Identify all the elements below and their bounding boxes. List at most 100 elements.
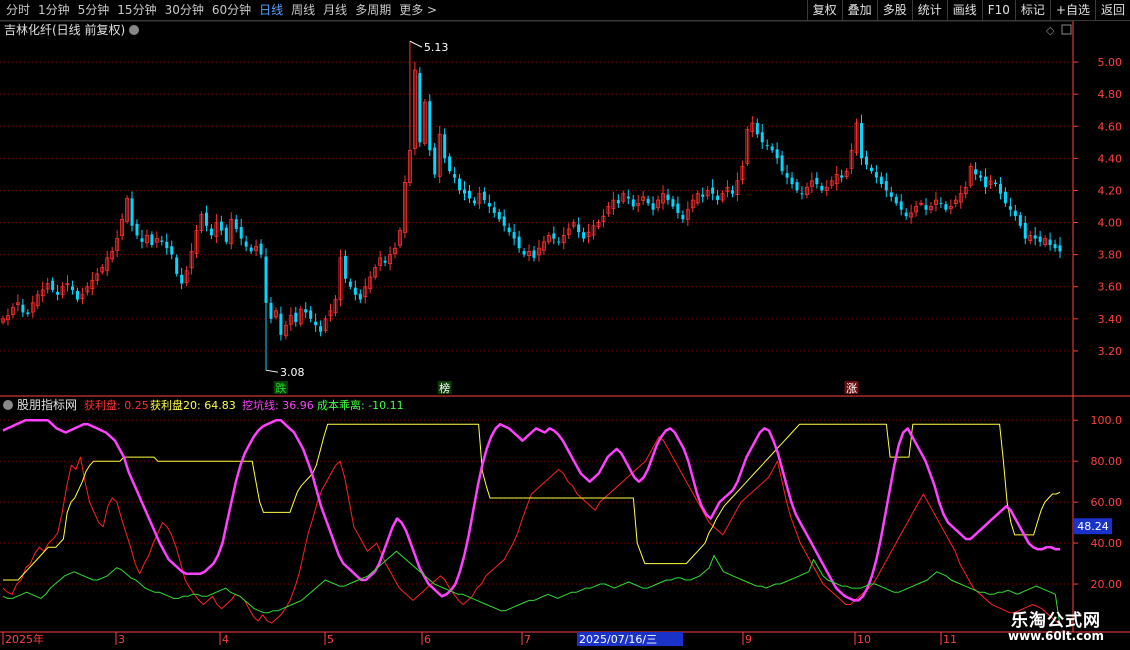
candle-body	[1003, 191, 1007, 204]
x-tick-label: 10	[857, 633, 871, 646]
candle-body	[165, 241, 169, 249]
candle-body	[676, 203, 680, 213]
candle-body	[418, 72, 422, 143]
candle-body	[150, 234, 154, 246]
current-value-tag: 48.24	[1077, 520, 1109, 533]
candle-body	[492, 207, 496, 213]
price-tick-label: 4.20	[1098, 184, 1123, 197]
x-tick-label: 11	[943, 633, 957, 646]
indicator-name: 股朋指标网	[17, 397, 77, 412]
x-tick-label: 9	[745, 633, 752, 646]
diamond-icon: ◇	[1046, 24, 1055, 37]
candle-body	[319, 326, 323, 332]
x-tick-label: 4	[222, 633, 229, 646]
candle-body	[209, 228, 213, 236]
candle-body	[716, 195, 720, 201]
candle-body	[135, 223, 139, 236]
candle-body	[448, 156, 452, 172]
candle-body	[517, 236, 521, 249]
candle-body	[482, 191, 486, 201]
candle-body	[770, 146, 774, 151]
indicator-value-2: 挖坑线: 36.96	[242, 398, 314, 412]
candle-body	[497, 211, 501, 220]
candle-body	[443, 134, 447, 159]
candle-body	[651, 203, 655, 210]
candle-body	[433, 147, 437, 175]
candle-body	[353, 287, 357, 295]
x-tick-label: 3	[118, 633, 125, 646]
indicator-tick-label: 40.00	[1091, 537, 1123, 550]
candle-body	[993, 182, 997, 185]
candle-body	[304, 309, 308, 313]
candle-body	[180, 274, 184, 284]
candle-body	[616, 200, 620, 204]
candle-body	[175, 257, 179, 274]
indicator-tick-label: 60.00	[1091, 496, 1123, 509]
candle-body	[219, 221, 223, 231]
candle-body	[1058, 245, 1062, 252]
indicator-tick-label: 100.0	[1091, 414, 1123, 427]
candle-body	[224, 227, 228, 242]
candle-body	[1033, 235, 1037, 239]
indicator-series-3	[2, 550, 1061, 626]
indicator-series-2	[2, 418, 1061, 602]
candle-body	[840, 175, 844, 178]
event-marker-0: 跌	[275, 381, 286, 395]
candle-body	[130, 198, 134, 226]
candle-body	[557, 241, 561, 243]
low-annotation-arrow	[265, 369, 279, 373]
candle-body	[755, 123, 759, 135]
candle-body	[383, 260, 387, 263]
candle-body	[998, 184, 1002, 194]
candle-body	[979, 175, 983, 178]
indicator-tick-label: 80.00	[1091, 455, 1123, 468]
high-annotation-label: 5.13	[424, 41, 449, 54]
collapse-icon	[129, 25, 139, 35]
candle-body	[279, 313, 283, 335]
indicator-value-3: 成本乖离: -10.11	[317, 398, 404, 412]
candle-body	[1013, 210, 1017, 217]
candle-body	[314, 321, 318, 326]
candle-body	[869, 167, 873, 172]
candle-body	[428, 101, 432, 151]
price-tick-label: 4.40	[1098, 152, 1123, 165]
candle-body	[701, 194, 705, 197]
candle-body	[924, 205, 928, 210]
panel-menu-icon	[1061, 24, 1072, 35]
candle-body	[512, 232, 516, 239]
candle-body	[1018, 215, 1022, 226]
candle-body	[453, 174, 457, 178]
candle-body	[711, 187, 715, 194]
candle-body	[532, 250, 536, 258]
candle-body	[26, 312, 30, 315]
price-tick-label: 5.00	[1098, 56, 1123, 69]
candle-body	[294, 312, 298, 323]
candle-body	[140, 238, 144, 242]
low-annotation-label: 3.08	[280, 366, 305, 379]
candle-body	[522, 251, 526, 255]
candle-body	[70, 286, 74, 290]
candle-body	[626, 196, 630, 199]
high-annotation-arrow	[409, 40, 423, 48]
candle-body	[879, 176, 883, 185]
candle-body	[239, 227, 243, 239]
price-tick-label: 3.20	[1098, 345, 1123, 358]
candle-body	[21, 304, 25, 313]
candle-body	[56, 291, 60, 295]
price-tick-label: 4.60	[1098, 120, 1123, 133]
x-tick-label: 5	[327, 633, 334, 646]
stock-chart[interactable]: 3.20 3.40 3.60 3.80 4.00 4.20 4.40 4.60 4.80 5.00…	[0, 0, 1130, 650]
candle-body	[671, 199, 675, 207]
candle-body	[820, 185, 824, 191]
event-marker-2: 涨	[846, 382, 857, 395]
candle-body	[160, 240, 164, 242]
candle-body	[904, 212, 908, 217]
candle-body	[631, 199, 635, 207]
watermark-url: www.60lt.com	[1007, 629, 1105, 643]
x-tick-label: 6	[424, 633, 431, 646]
candle-body	[259, 243, 263, 255]
candle-body	[51, 280, 55, 290]
candle-body	[552, 233, 556, 239]
candle-body	[1038, 236, 1042, 242]
candle-body	[309, 310, 313, 319]
